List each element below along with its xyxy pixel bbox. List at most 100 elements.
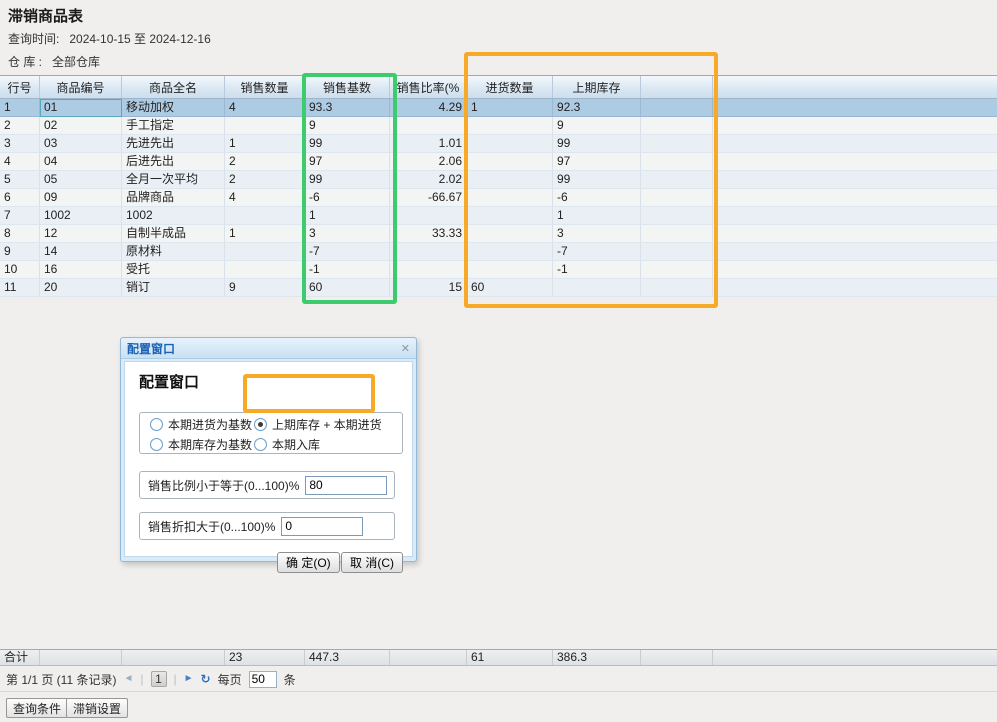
table-cell[interactable]: 8 — [0, 225, 40, 243]
table-cell[interactable]: 1 — [305, 207, 390, 225]
table-cell[interactable]: -6 — [305, 189, 390, 207]
table-cell[interactable] — [713, 189, 997, 207]
table-cell[interactable]: 03 — [40, 135, 122, 153]
table-cell[interactable]: -66.67 — [390, 189, 467, 207]
column-header-8[interactable] — [641, 76, 713, 98]
cancel-button[interactable]: 取 消(C) — [341, 552, 403, 573]
table-cell[interactable]: 15 — [390, 279, 467, 297]
table-cell[interactable] — [641, 279, 713, 297]
table-cell[interactable]: 2 — [225, 153, 305, 171]
table-cell[interactable]: 3 — [553, 225, 641, 243]
table-row[interactable]: 1016受托-1-1 — [0, 261, 997, 279]
table-cell[interactable] — [713, 117, 997, 135]
table-cell[interactable]: 9 — [305, 117, 390, 135]
column-header-9[interactable] — [713, 76, 997, 98]
table-cell[interactable]: 60 — [467, 279, 553, 297]
table-cell[interactable]: 1 — [553, 207, 641, 225]
table-cell[interactable]: 01 — [40, 99, 122, 117]
sales-ratio-input[interactable] — [305, 476, 387, 495]
table-cell[interactable] — [641, 99, 713, 117]
table-cell[interactable]: 97 — [553, 153, 641, 171]
column-header-1[interactable]: 商品编号 — [40, 76, 122, 98]
table-cell[interactable]: 1 — [0, 99, 40, 117]
table-cell[interactable]: 5 — [0, 171, 40, 189]
current-page-button[interactable]: 1 — [151, 671, 167, 687]
table-cell[interactable] — [467, 207, 553, 225]
table-cell[interactable]: 92.3 — [553, 99, 641, 117]
table-cell[interactable]: 60 — [305, 279, 390, 297]
table-row[interactable]: 812自制半成品1333.333 — [0, 225, 997, 243]
table-cell[interactable]: 4.29 — [390, 99, 467, 117]
close-icon[interactable]: ✕ — [401, 342, 410, 355]
table-cell[interactable]: 99 — [553, 135, 641, 153]
table-cell[interactable]: 先进先出 — [122, 135, 225, 153]
table-row[interactable]: 505全月一次平均2992.0299 — [0, 171, 997, 189]
table-cell[interactable] — [467, 153, 553, 171]
table-cell[interactable] — [641, 117, 713, 135]
table-cell[interactable]: 6 — [0, 189, 40, 207]
table-cell[interactable]: 4 — [225, 99, 305, 117]
dialog-titlebar[interactable]: 配置窗口 ✕ — [121, 338, 416, 359]
table-cell[interactable] — [390, 207, 467, 225]
table-cell[interactable] — [713, 279, 997, 297]
table-cell[interactable] — [713, 225, 997, 243]
table-cell[interactable] — [225, 261, 305, 279]
table-cell[interactable]: 33.33 — [390, 225, 467, 243]
table-cell[interactable] — [641, 225, 713, 243]
table-cell[interactable] — [467, 189, 553, 207]
table-cell[interactable] — [713, 135, 997, 153]
table-cell[interactable] — [467, 243, 553, 261]
table-cell[interactable] — [641, 243, 713, 261]
table-cell[interactable] — [713, 207, 997, 225]
table-cell[interactable]: 全月一次平均 — [122, 171, 225, 189]
table-cell[interactable]: 99 — [553, 171, 641, 189]
table-cell[interactable]: 12 — [40, 225, 122, 243]
table-cell[interactable]: 20 — [40, 279, 122, 297]
table-cell[interactable]: 2 — [0, 117, 40, 135]
table-cell[interactable]: 品牌商品 — [122, 189, 225, 207]
table-cell[interactable] — [641, 189, 713, 207]
table-cell[interactable]: 09 — [40, 189, 122, 207]
table-cell[interactable] — [467, 117, 553, 135]
table-cell[interactable]: 02 — [40, 117, 122, 135]
table-cell[interactable]: 1 — [467, 99, 553, 117]
next-page-icon[interactable]: ► — [184, 674, 194, 684]
column-header-4[interactable]: 销售基数 — [305, 76, 390, 98]
table-cell[interactable]: 10 — [0, 261, 40, 279]
table-cell[interactable]: 05 — [40, 171, 122, 189]
table-cell[interactable] — [713, 153, 997, 171]
table-cell[interactable]: 受托 — [122, 261, 225, 279]
table-cell[interactable]: 手工指定 — [122, 117, 225, 135]
column-header-7[interactable]: 上期库存 — [553, 76, 641, 98]
table-cell[interactable]: 04 — [40, 153, 122, 171]
table-cell[interactable]: 1.01 — [390, 135, 467, 153]
radio-current-inbound[interactable]: 本期入库 — [254, 436, 402, 453]
table-cell[interactable] — [713, 171, 997, 189]
table-row[interactable]: 71002100211 — [0, 207, 997, 225]
table-cell[interactable] — [641, 207, 713, 225]
slow-moving-settings-button[interactable]: 滞销设置 — [66, 698, 128, 718]
table-cell[interactable]: -7 — [553, 243, 641, 261]
table-cell[interactable]: 7 — [0, 207, 40, 225]
column-header-3[interactable]: 销售数量 — [225, 76, 305, 98]
table-cell[interactable] — [390, 243, 467, 261]
column-header-0[interactable]: 行号 — [0, 76, 40, 98]
table-cell[interactable] — [641, 135, 713, 153]
table-cell[interactable] — [641, 261, 713, 279]
table-row[interactable]: 1120销订9601560 — [0, 279, 997, 297]
table-cell[interactable]: 3 — [305, 225, 390, 243]
radio-current-purchase-base[interactable]: 本期进货为基数 — [150, 416, 254, 433]
table-cell[interactable] — [390, 261, 467, 279]
table-cell[interactable]: 1002 — [122, 207, 225, 225]
table-cell[interactable]: 11 — [0, 279, 40, 297]
table-cell[interactable]: -1 — [305, 261, 390, 279]
table-cell[interactable]: 后进先出 — [122, 153, 225, 171]
table-cell[interactable]: 1 — [225, 225, 305, 243]
table-cell[interactable]: 9 — [553, 117, 641, 135]
table-cell[interactable]: 9 — [225, 279, 305, 297]
table-cell[interactable]: 1002 — [40, 207, 122, 225]
table-cell[interactable] — [225, 117, 305, 135]
table-cell[interactable] — [467, 225, 553, 243]
table-cell[interactable]: 自制半成品 — [122, 225, 225, 243]
table-cell[interactable] — [553, 279, 641, 297]
